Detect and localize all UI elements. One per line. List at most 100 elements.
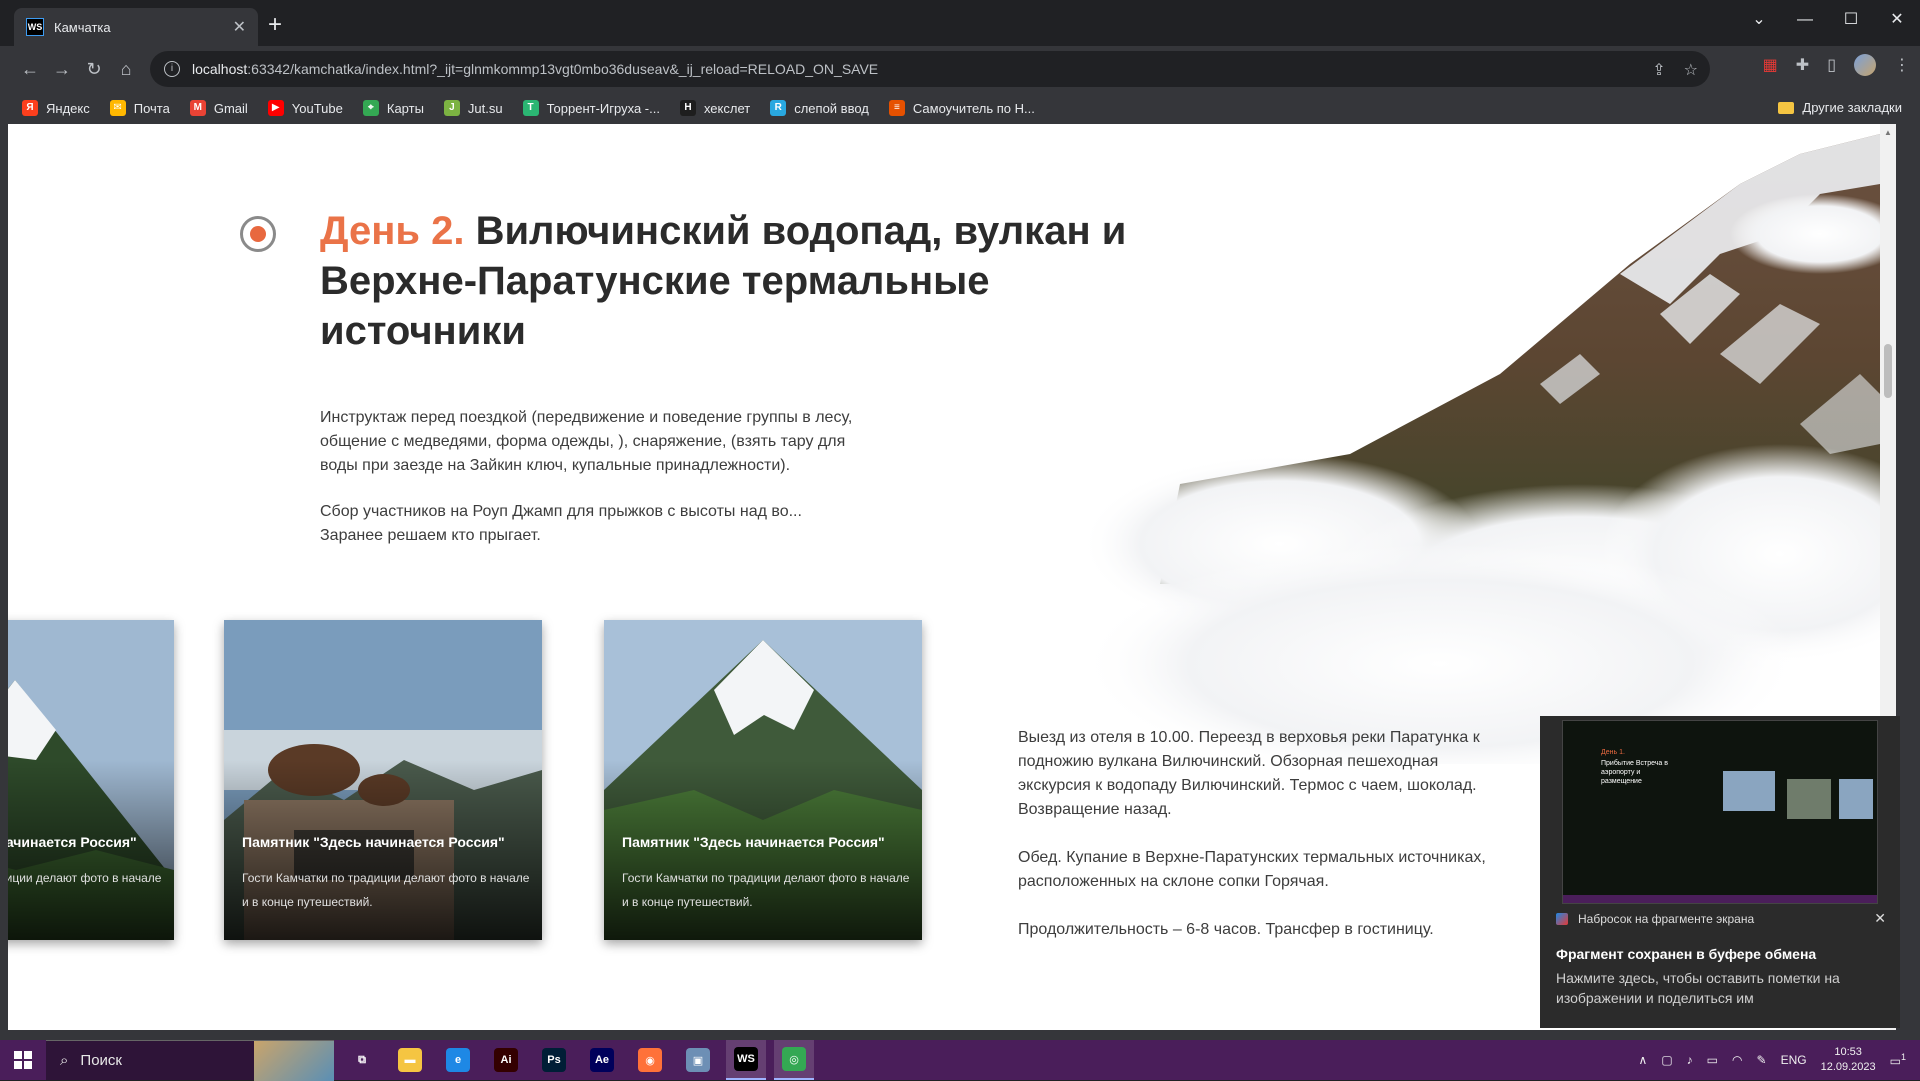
bookmark-label: Самоучитель по Н... bbox=[912, 100, 1035, 116]
wifi-icon[interactable]: ◠ bbox=[1732, 1053, 1742, 1067]
close-window-icon[interactable]: ✕ bbox=[1874, 0, 1920, 40]
search-icon: ⌕ bbox=[60, 1052, 69, 1069]
notification-heading: Фрагмент сохранен в буфере обмена bbox=[1556, 946, 1817, 962]
maximize-icon[interactable]: ☐ bbox=[1828, 0, 1874, 40]
bookmark-item[interactable]: T Торрент-Игруха -... bbox=[522, 100, 660, 116]
taskbar-app[interactable]: e bbox=[438, 1040, 478, 1080]
clock[interactable]: 10:53 12.09.2023 bbox=[1821, 1045, 1876, 1075]
search-highlight-image bbox=[254, 1041, 334, 1081]
bookmark-favicon-icon: M bbox=[189, 100, 206, 116]
address-bar[interactable]: i localhost :63342/kamchatka/index.html?… bbox=[150, 51, 1710, 87]
system-tray: ∧ ▢ ♪ ▭ ◠ ✎ ENG 10:53 12.09.2023 ▭1 bbox=[1639, 1040, 1920, 1080]
notification-center-icon[interactable]: ▭1 bbox=[1890, 1052, 1906, 1068]
detail-paragraph-3: Продолжительность – 6-8 часов. Трансфер … bbox=[1018, 921, 1434, 938]
snipping-tool-icon bbox=[1556, 913, 1568, 925]
taskbar-app[interactable]: ⧉ bbox=[342, 1040, 382, 1080]
thumb-card-1 bbox=[1723, 771, 1775, 811]
pen-icon[interactable]: ✎ bbox=[1757, 1053, 1767, 1067]
notification-body: Нажмите здесь, чтобы оставить пометки на… bbox=[1556, 970, 1840, 1006]
taskbar-app[interactable]: Ps bbox=[534, 1040, 574, 1080]
taskbar-app[interactable]: ◎ bbox=[774, 1040, 814, 1080]
close-tab-icon[interactable]: ✕ bbox=[233, 17, 246, 37]
taskbar-app[interactable]: Ae bbox=[582, 1040, 622, 1080]
card-description: Гости Камчатки по традиции делают фото в… bbox=[622, 871, 910, 909]
card-title: Памятник "Здесь начинается Россия" bbox=[242, 834, 505, 850]
meet-icon[interactable]: ▢ bbox=[1661, 1053, 1672, 1067]
taskbar-app[interactable]: ▬ bbox=[390, 1040, 430, 1080]
close-notification-icon[interactable]: ✕ bbox=[1874, 910, 1886, 927]
bookmark-favicon-icon: ⌖ bbox=[362, 100, 379, 116]
new-tab-button[interactable]: + bbox=[268, 13, 282, 37]
webstorm-icon: WS bbox=[734, 1047, 758, 1071]
home-icon[interactable]: ⌂ bbox=[110, 59, 142, 80]
start-button[interactable] bbox=[0, 1040, 46, 1080]
intro-paragraph-1: Инструктаж перед поездкой (передвижение … bbox=[320, 409, 853, 474]
folder-icon bbox=[1778, 101, 1795, 114]
search-placeholder: Поиск bbox=[80, 1052, 122, 1069]
bookmark-label: Карты bbox=[386, 100, 424, 116]
volume-icon[interactable]: ♪ bbox=[1687, 1053, 1693, 1067]
windows-taskbar: ⌕ Поиск ⧉ ▬ e Ai Ps Ae ◉ ▣ WS ◎ ∧ ▢ ♪ ▭ ◠ ✎ ENG 1… bbox=[0, 1040, 1920, 1081]
tab-kamchatka[interactable]: WS Камчатка ✕ bbox=[14, 8, 258, 46]
minimize-icon[interactable]: — bbox=[1782, 0, 1828, 40]
snip-notification[interactable]: День 1. Прибытие Встреча в аэропорту и р… bbox=[1540, 716, 1900, 1028]
share-icon[interactable]: ⇪ bbox=[1652, 60, 1665, 80]
bookmark-item[interactable]: Rслепой ввод bbox=[770, 100, 869, 116]
file-explorer-icon: ▬ bbox=[398, 1048, 422, 1072]
battery-icon[interactable]: ▭ bbox=[1707, 1053, 1718, 1067]
task-view-icon: ⧉ bbox=[358, 1053, 366, 1066]
photo-card[interactable]: Памятник "Здесь начинается Россия" Гости… bbox=[604, 620, 922, 940]
bookmark-item[interactable]: ≡ Самоучитель по Н... bbox=[888, 100, 1035, 116]
side-panel-icon[interactable]: ▯ bbox=[1827, 55, 1836, 75]
image-viewer-icon: ▣ bbox=[686, 1048, 710, 1072]
menu-icon[interactable]: ⋮ bbox=[1894, 55, 1910, 75]
photo-card[interactable]: Памятник "Здесь начинается Россия" Гости… bbox=[8, 620, 174, 940]
forward-icon[interactable]: → bbox=[46, 59, 78, 80]
other-bookmarks[interactable]: Другие закладки bbox=[1778, 100, 1902, 115]
puzzle-icon[interactable]: ✚ bbox=[1796, 55, 1809, 75]
extensions-area: ▦ ✚ ▯ ⋮ bbox=[1763, 54, 1910, 76]
language-indicator[interactable]: ENG bbox=[1781, 1053, 1807, 1067]
snip-app-name: Набросок на фрагменте экрана bbox=[1578, 912, 1755, 926]
bookmark-item[interactable]: M Gmail bbox=[189, 100, 248, 116]
bookmark-item[interactable]: ⌖ Карты bbox=[362, 100, 424, 116]
tab-search-icon[interactable]: ⌄ bbox=[1736, 0, 1782, 40]
thumb-title: Прибытие Встреча в аэропорту и размещени… bbox=[1601, 760, 1668, 785]
taskbar-app[interactable]: WS bbox=[726, 1040, 766, 1080]
browser-toolbar: ← → ↻ ⌂ i localhost :63342/kamchatka/ind… bbox=[0, 46, 1920, 92]
taskbar-app[interactable]: ◉ bbox=[630, 1040, 670, 1080]
clock-date: 12.09.2023 bbox=[1820, 1061, 1876, 1073]
taskbar-search[interactable]: ⌕ Поиск bbox=[46, 1040, 334, 1081]
bookmark-favicon-icon: J bbox=[443, 100, 460, 116]
window-controls: ⌄ — ☐ ✕ bbox=[1736, 0, 1920, 40]
site-info-icon[interactable]: i bbox=[164, 61, 180, 77]
bookmark-item[interactable]: ✉ Почта bbox=[109, 100, 170, 116]
bookmark-item[interactable]: Hхекслет bbox=[679, 100, 750, 116]
bookmark-label: YouTube bbox=[291, 100, 343, 116]
scrollbar-thumb[interactable] bbox=[1884, 344, 1892, 398]
bookmark-label: Gmail bbox=[213, 100, 248, 116]
card-description: Гости Камчатки по традиции делают фото в… bbox=[242, 871, 530, 909]
extension-icon[interactable]: ▦ bbox=[1763, 55, 1778, 75]
photo-card[interactable]: Памятник "Здесь начинается Россия" Гости… bbox=[224, 620, 542, 940]
url-path: :63342/kamchatka/index.html?_ijt=glnmkom… bbox=[247, 61, 879, 77]
after-effects-icon: Ae bbox=[590, 1048, 614, 1072]
scroll-up-icon[interactable]: ▲ bbox=[1884, 128, 1892, 137]
detail-paragraph-2: Обед. Купание в Верхне-Паратунских терма… bbox=[1018, 849, 1486, 890]
tray-chevron-icon[interactable]: ∧ bbox=[1639, 1053, 1648, 1067]
bookmark-item[interactable]: ▶ YouTube bbox=[267, 100, 343, 116]
taskbar-app[interactable]: ▣ bbox=[678, 1040, 718, 1080]
bookmark-item[interactable]: Я Яндекс bbox=[22, 100, 90, 116]
bookmark-star-icon[interactable]: ☆ bbox=[1684, 60, 1698, 80]
edge-icon: e bbox=[446, 1048, 470, 1072]
back-icon[interactable]: ← bbox=[14, 59, 46, 80]
profile-avatar[interactable] bbox=[1854, 54, 1876, 76]
bookmark-favicon-icon: ▶ bbox=[267, 100, 284, 116]
notification-count: 1 bbox=[1900, 1052, 1906, 1062]
tab-title: Камчатка bbox=[54, 19, 111, 35]
timeline-bullet-icon bbox=[240, 216, 276, 252]
reload-icon[interactable]: ↻ bbox=[78, 59, 110, 80]
taskbar-app[interactable]: Ai bbox=[486, 1040, 526, 1080]
bookmark-item[interactable]: J Jut.su bbox=[443, 100, 503, 116]
snip-thumbnail[interactable]: День 1. Прибытие Встреча в аэропорту и р… bbox=[1562, 720, 1878, 904]
